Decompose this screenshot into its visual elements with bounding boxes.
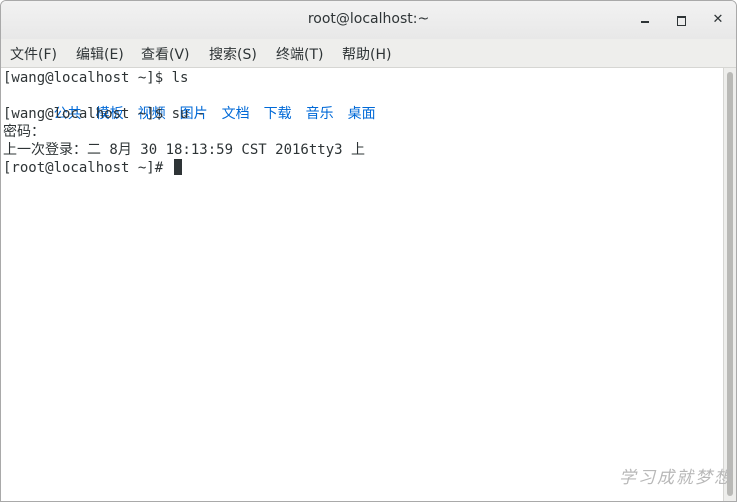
terminal-line: [wang@localhost ~]$ su - [3, 106, 206, 122]
directory-entry: 桌面 [347, 106, 376, 122]
menu-help[interactable]: 帮助(H) [342, 44, 391, 64]
terminal-line: 密码： [3, 124, 45, 140]
terminal-line: [wang@localhost ~]$ ls [3, 70, 189, 86]
maximize-button[interactable] [671, 10, 691, 30]
vertical-scrollbar[interactable] [723, 68, 736, 501]
close-icon: ✕ [712, 12, 724, 27]
directory-entry: 下载 [263, 106, 292, 122]
minimize-icon [641, 21, 649, 23]
menu-search[interactable]: 搜索(S) [209, 44, 257, 64]
directory-entry: 文档 [221, 106, 250, 122]
menu-terminal[interactable]: 终端(T) [276, 44, 323, 64]
window-title: root@localhost:~ [307, 11, 430, 27]
terminal-window: root@localhost:~ ✕ 文件(F) 编辑(E) 查看(V) 搜索(… [0, 0, 737, 502]
directory-listing: 公共 模板 视频 图片 文档 下载 音乐 桌面 [3, 87, 390, 122]
close-button[interactable]: ✕ [708, 10, 728, 30]
terminal-output[interactable]: [wang@localhost ~]$ ls 公共 模板 视频 图片 文档 下载 音乐 桌面 … [1, 68, 723, 501]
directory-entry: 音乐 [305, 106, 334, 122]
maximize-icon [676, 16, 686, 26]
terminal-prompt: [root@localhost ~]# [3, 160, 172, 176]
text-cursor [173, 159, 182, 175]
title-bar[interactable]: root@localhost:~ ✕ [1, 1, 736, 39]
terminal-line: 上一次登录：二 8月 30 18:13:59 CST 2016tty3 上 [3, 142, 366, 158]
menu-file[interactable]: 文件(F) [10, 44, 57, 64]
minimize-button[interactable] [635, 10, 655, 30]
scrollbar-thumb[interactable] [727, 72, 733, 496]
menu-bar: 文件(F) 编辑(E) 查看(V) 搜索(S) 终端(T) 帮助(H) [1, 39, 736, 68]
watermark: 学习成就梦想 [619, 468, 733, 488]
menu-view[interactable]: 查看(V) [141, 44, 190, 64]
terminal-prompt-line: [root@localhost ~]# [3, 159, 182, 177]
menu-edit[interactable]: 编辑(E) [76, 44, 124, 64]
